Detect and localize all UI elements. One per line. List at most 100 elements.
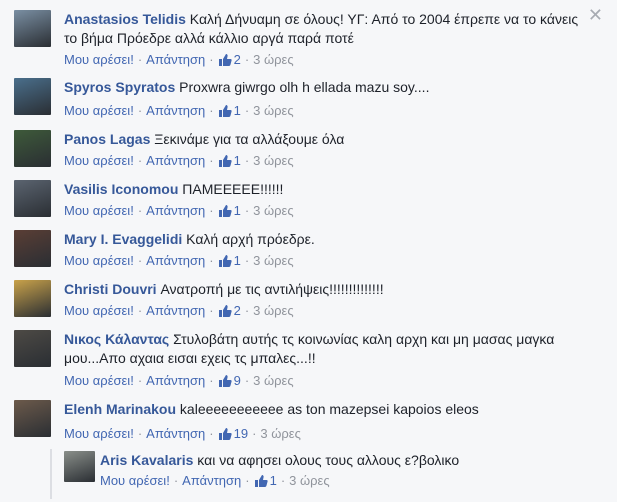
like-count[interactable]: 2 [234,303,241,318]
comment-timestamp[interactable]: 3 ώρες [253,203,293,218]
commenter-name[interactable]: Spyros Spyratos [64,79,175,95]
separator-dot: · [137,373,143,388]
comment-timestamp[interactable]: 3 ώρες [253,52,293,67]
avatar[interactable] [14,400,51,437]
comment-text: Καλή αρχή πρόεδρε. [186,231,315,247]
commenter-name[interactable]: Panos Lagas [64,131,150,147]
separator-dot: · [137,52,143,67]
like-link[interactable]: Μου αρέσει! [64,303,134,318]
comment-text: ΠΑΜΕΕΕΕΕ!!!!!! [182,181,284,197]
like-count[interactable]: 1 [234,203,241,218]
comment-content: Anastasios Telidis Καλή Δήνυαμη σε όλους… [64,10,584,48]
comment-timestamp[interactable]: 3 ώρες [253,253,293,268]
like-link[interactable]: Μου αρέσει! [64,52,134,67]
commenter-name[interactable]: Christi Douvri [64,281,157,297]
thumbs-up-icon[interactable] [218,304,232,323]
thumbs-up-icon[interactable] [218,254,232,273]
reply-link[interactable]: Απάντηση [146,203,205,218]
comment-actions: Μου αρέσει! · Απάντηση · 1 · 3 ώρες [64,102,294,123]
like-count[interactable]: 1 [234,103,241,118]
commenter-name[interactable]: Vasilis Iconomou [64,181,178,197]
like-count[interactable]: 9 [234,373,241,388]
comment-actions: Μου αρέσει! · Απάντηση · 1 · 3 ώρες [64,252,294,273]
commenter-name[interactable]: Νικος Κάλαντας [64,331,169,347]
thumbs-up-icon[interactable] [254,474,268,493]
comment-content: Vasilis Iconomou ΠΑΜΕΕΕΕΕ!!!!!! [64,180,584,199]
comment-text: και να αφησει ολους τους αλλους ε?βολικο [197,452,460,468]
comment-timestamp[interactable]: 3 ώρες [253,153,293,168]
comment-actions: Μου αρέσει! · Απάντηση · 2 · 3 ώρες [64,51,294,72]
thumbs-up-icon[interactable] [218,154,232,173]
comment-timestamp[interactable]: 3 ώρες [253,373,293,388]
thumbs-up-icon[interactable] [218,374,232,393]
separator-dot: · [209,373,214,388]
separator-dot: · [209,52,214,67]
avatar[interactable] [14,180,51,217]
reply-link[interactable]: Απάντηση [146,153,205,168]
separator-dot: · [137,153,143,168]
commenter-name[interactable]: Aris Kavalaris [100,452,193,468]
like-link[interactable]: Μου αρέσει! [64,253,134,268]
separator-dot: · [244,203,250,218]
comment-actions: Μου αρέσει! · Απάντηση · 9 · 3 ώρες [64,372,294,393]
separator-dot: · [244,103,250,118]
thumbs-up-icon[interactable] [218,427,232,446]
reply-link[interactable]: Απάντηση [182,473,241,488]
reply-link[interactable]: Απάντηση [146,373,205,388]
reply-link[interactable]: Απάντηση [146,52,205,67]
separator-dot: · [252,426,257,441]
separator-dot: · [209,203,214,218]
like-count[interactable]: 2 [234,52,241,67]
like-count[interactable]: 19 [234,426,248,441]
like-link[interactable]: Μου αρέσει! [64,153,134,168]
comment-actions: Μου αρέσει! · Απάντηση · 1 · 3 ώρες [64,202,294,223]
commenter-name[interactable]: Mary I. Evaggelidi [64,231,182,247]
comment-timestamp[interactable]: 3 ώρες [253,103,293,118]
reply-link[interactable]: Απάντηση [146,426,205,441]
reply-link[interactable]: Απάντηση [146,303,205,318]
avatar[interactable] [14,330,51,367]
separator-dot: · [244,373,250,388]
thumbs-up-icon[interactable] [218,53,232,72]
commenter-name[interactable]: Elenh Marinakou [64,401,176,417]
avatar[interactable] [14,10,51,47]
comment-actions: Μου αρέσει! · Απάντηση · 1 · 3 ώρες [64,152,294,173]
avatar[interactable] [14,230,51,267]
separator-dot: · [137,303,143,318]
separator-dot: · [209,303,214,318]
like-count[interactable]: 1 [270,473,277,488]
separator-dot: · [137,103,143,118]
comment-timestamp[interactable]: 3 ώρες [253,303,293,318]
like-link[interactable]: Μου αρέσει! [64,103,134,118]
like-link[interactable]: Μου αρέσει! [64,426,134,441]
separator-dot: · [244,253,250,268]
separator-dot: · [137,426,143,441]
separator-dot: · [209,253,214,268]
commenter-name[interactable]: Anastasios Telidis [64,11,186,27]
reply-link[interactable]: Απάντηση [146,103,205,118]
like-link[interactable]: Μου αρέσει! [100,473,170,488]
comment-timestamp[interactable]: 3 ώρες [260,426,300,441]
reply-link[interactable]: Απάντηση [146,253,205,268]
thumbs-up-icon[interactable] [218,104,232,123]
comment-content: Panos Lagas Ξεκινάμε για τα αλλάξουμε όλ… [64,130,584,149]
separator-dot: · [244,52,250,67]
comment-content: Christi Douvri Ανατροπή με τις αντιλήψει… [64,280,584,299]
comment-text: Ανατροπή με τις αντιλήψεις!!!!!!!!!!!!!! [160,281,384,297]
close-icon[interactable]: ✕ [588,6,603,24]
like-link[interactable]: Μου αρέσει! [64,203,134,218]
avatar[interactable] [64,451,95,482]
comment-timestamp[interactable]: 3 ώρες [289,473,329,488]
thumbs-up-icon[interactable] [218,204,232,223]
avatar[interactable] [14,130,51,167]
comment-actions: Μου αρέσει! · Απάντηση · 19 · 3 ώρες [64,425,301,446]
comment-content: Aris Kavalaris και να αφησει ολους τους … [100,451,617,470]
comment-text: Proxwra giwrgo olh h ellada mazu soy.... [179,79,430,95]
separator-dot: · [209,426,214,441]
like-link[interactable]: Μου αρέσει! [64,373,134,388]
like-count[interactable]: 1 [234,153,241,168]
avatar[interactable] [14,280,51,317]
comment-actions: Μου αρέσει! · Απάντηση · 1 · 3 ώρες [100,472,330,493]
like-count[interactable]: 1 [234,253,241,268]
avatar[interactable] [14,78,51,115]
